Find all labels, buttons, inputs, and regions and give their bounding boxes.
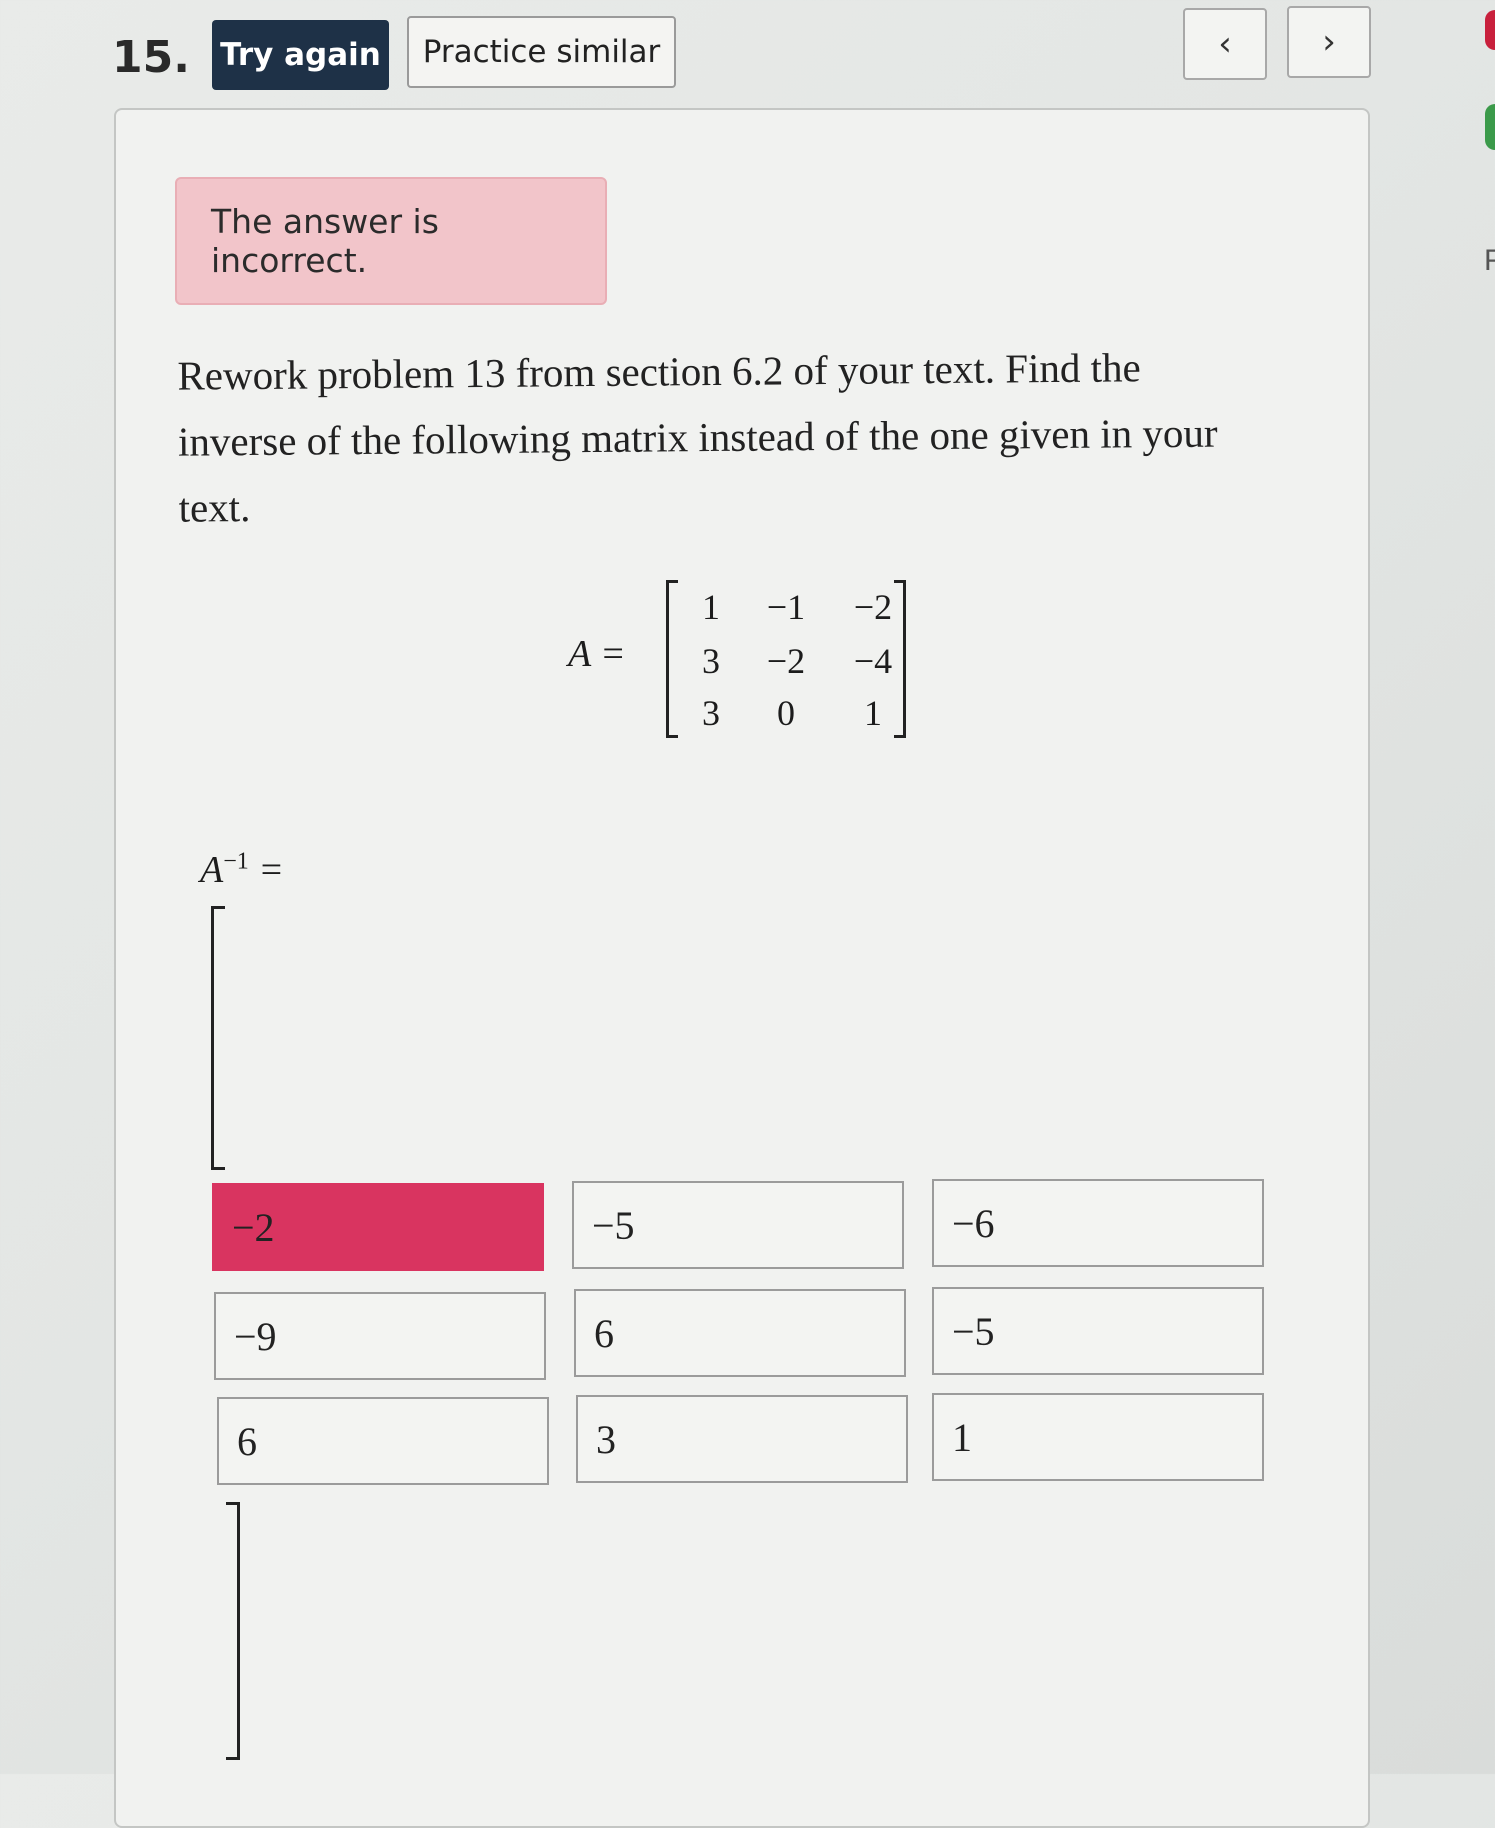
side-panel-red-tab[interactable] — [1485, 10, 1495, 50]
answer-cell[interactable]: 3 — [576, 1395, 908, 1483]
matrix-a-cell: −2 — [766, 641, 806, 681]
question-number: 15. — [112, 32, 190, 83]
answer-cell[interactable]: 1 — [932, 1393, 1264, 1481]
matrix-a: 1 −1 −2 3 −2 −4 3 0 1 — [666, 580, 906, 738]
answer-cell[interactable]: −5 — [572, 1181, 904, 1269]
next-question-button[interactable]: › — [1287, 6, 1371, 78]
side-panel-letter: F — [1484, 244, 1495, 277]
problem-text: Rework problem 13 from section 6.2 of yo… — [177, 344, 1218, 531]
inverse-base: A — [200, 849, 224, 891]
inverse-right-bracket — [226, 1502, 240, 1760]
answer-cell-incorrect[interactable]: −2 — [212, 1183, 544, 1271]
matrix-a-cell: 0 — [777, 693, 795, 733]
practice-similar-button[interactable]: Practice similar — [407, 16, 676, 88]
inverse-equals: = — [248, 849, 284, 891]
side-panel-green-tab[interactable] — [1485, 104, 1495, 150]
answer-cell[interactable]: −6 — [932, 1179, 1264, 1267]
answer-cell[interactable]: 6 — [217, 1397, 549, 1485]
matrix-a-cell: −1 — [766, 587, 806, 627]
matrix-a-cell: −2 — [853, 587, 893, 627]
inverse-left-bracket — [211, 906, 225, 1170]
matrix-a-cell: −4 — [853, 641, 893, 681]
chevron-left-icon: ‹ — [1218, 24, 1232, 64]
answer-cell[interactable]: −9 — [214, 1292, 546, 1380]
answer-cell[interactable]: −5 — [932, 1287, 1264, 1375]
inverse-exponent: −1 — [223, 848, 249, 875]
chevron-right-icon: › — [1322, 22, 1336, 62]
incorrect-alert: The answer is incorrect. — [175, 177, 607, 305]
answer-cell[interactable]: 6 — [574, 1289, 906, 1377]
matrix-a-cell: 1 — [864, 693, 882, 733]
inverse-label: A−1 = — [200, 848, 284, 892]
matrix-a-label: A = — [568, 633, 626, 675]
try-again-button[interactable]: Try again — [212, 20, 389, 90]
previous-question-button[interactable]: ‹ — [1183, 8, 1267, 80]
